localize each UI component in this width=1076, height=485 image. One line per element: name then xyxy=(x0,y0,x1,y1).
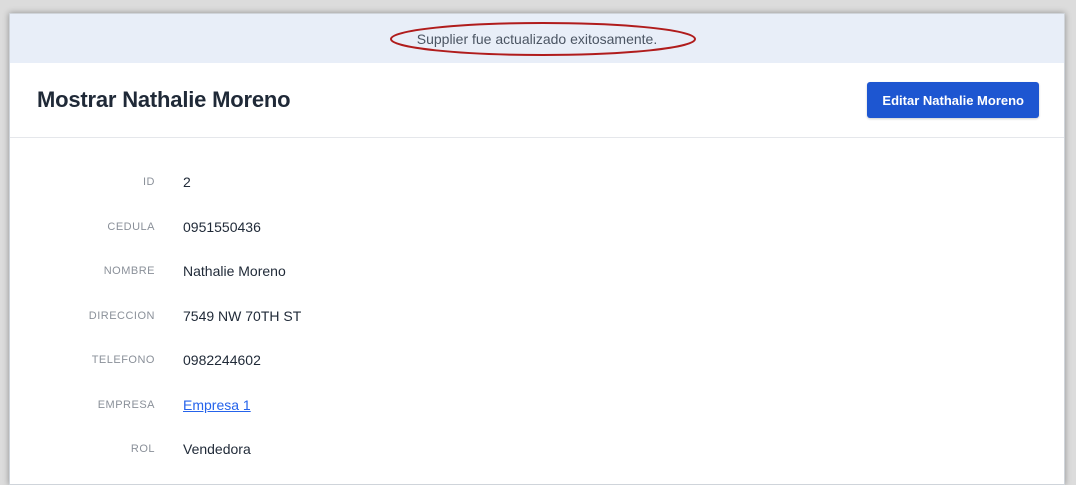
detail-row-telefono: TELEFONO 0982244602 xyxy=(10,338,1064,383)
detail-row-rol: ROL Vendedora xyxy=(10,427,1064,472)
detail-label: ID xyxy=(143,176,155,189)
detail-row-nombre: NOMBRE Nathalie Moreno xyxy=(10,249,1064,294)
detail-label: EMPRESA xyxy=(97,398,155,411)
detail-value: 2 xyxy=(183,174,191,191)
detail-label: NOMBRE xyxy=(103,265,155,278)
flash-message: Supplier fue actualizado exitosamente. xyxy=(416,30,658,47)
detail-row-id: ID 2 xyxy=(10,160,1064,205)
detail-label: CEDULA xyxy=(107,220,155,233)
details-list: ID 2 CEDULA 0951550436 NOMBRE Nathalie M… xyxy=(10,138,1064,472)
detail-value: Vendedora xyxy=(183,441,251,458)
detail-value: 7549 NW 70TH ST xyxy=(183,307,302,324)
empresa-link[interactable]: Empresa 1 xyxy=(183,397,251,413)
detail-row-cedula: CEDULA 0951550436 xyxy=(10,205,1064,250)
page-title: Mostrar Nathalie Moreno xyxy=(37,87,291,112)
detail-label: DIRECCION xyxy=(88,309,155,322)
detail-value-link-wrap: Empresa 1 xyxy=(183,397,251,413)
detail-label: TELEFONO xyxy=(91,354,155,367)
detail-row-empresa: EMPRESA Empresa 1 xyxy=(10,383,1064,428)
flash-notice: Supplier fue actualizado exitosamente. xyxy=(10,14,1064,63)
detail-value: 0951550436 xyxy=(183,218,261,235)
detail-row-direccion: DIRECCION 7549 NW 70TH ST xyxy=(10,294,1064,339)
page-header: Mostrar Nathalie Moreno Editar Nathalie … xyxy=(10,63,1064,138)
detail-value: Nathalie Moreno xyxy=(183,263,286,280)
edit-button[interactable]: Editar Nathalie Moreno xyxy=(867,82,1039,118)
detail-label: ROL xyxy=(130,443,155,456)
detail-value: 0982244602 xyxy=(183,352,261,369)
app-window: Supplier fue actualizado exitosamente. M… xyxy=(9,13,1065,485)
